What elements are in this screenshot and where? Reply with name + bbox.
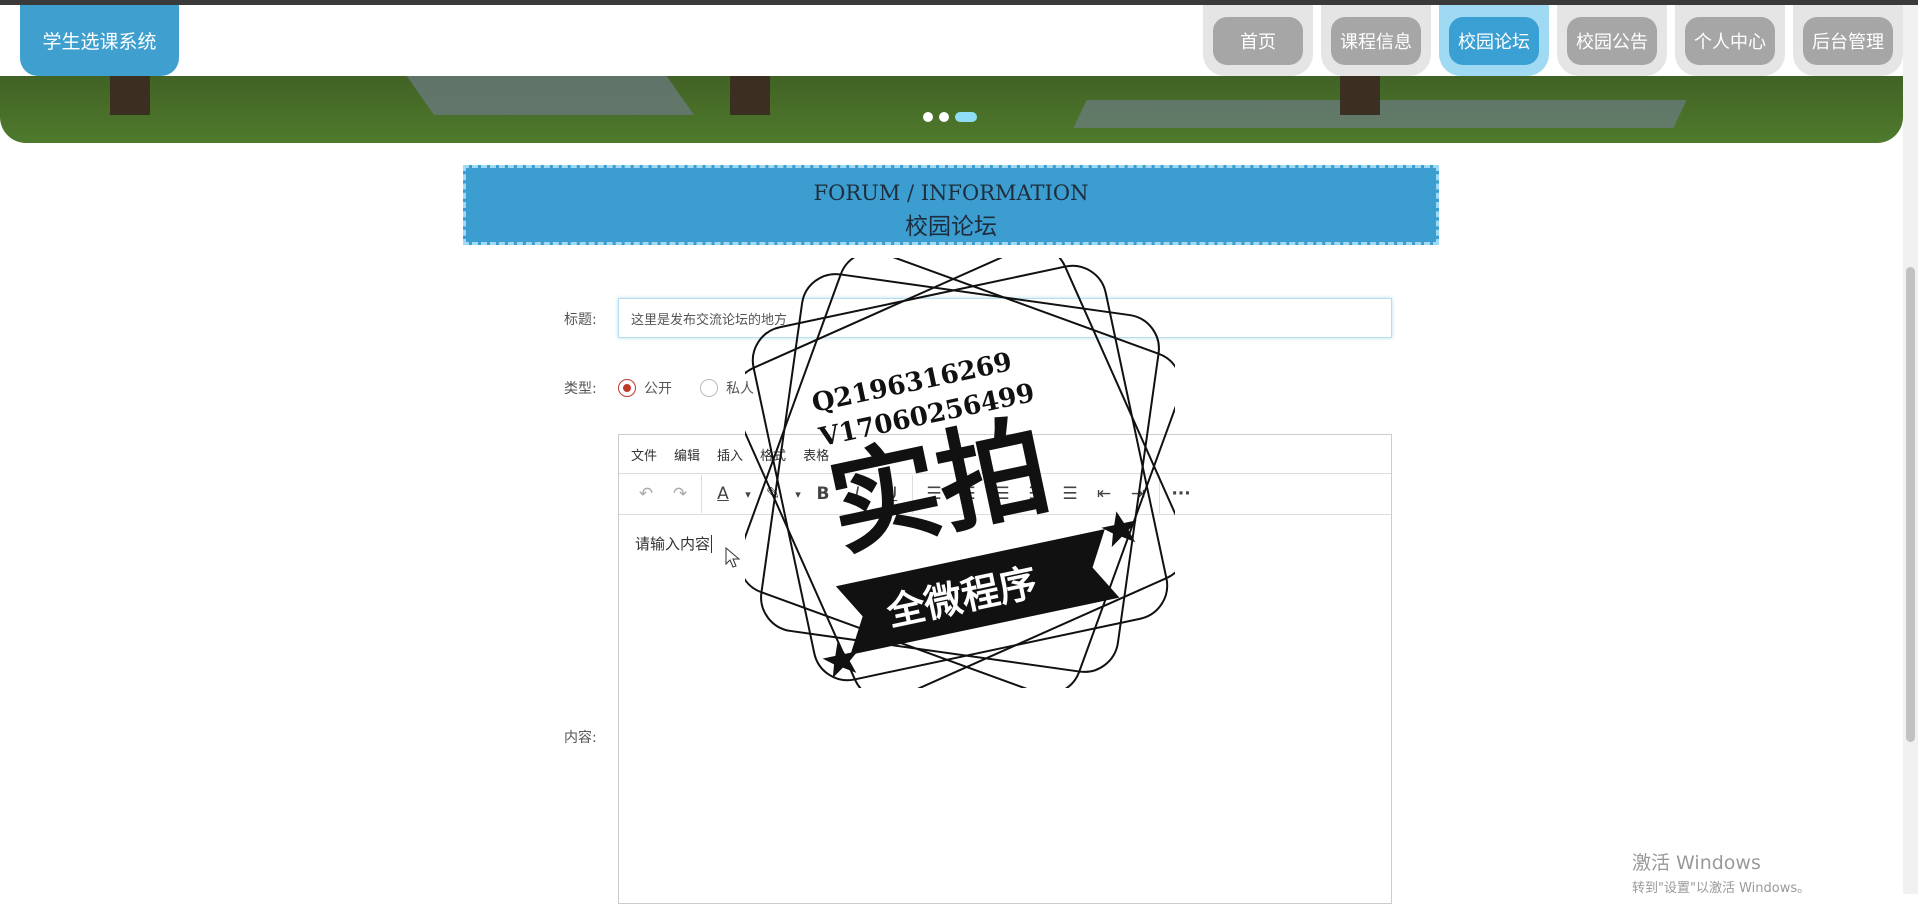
radio-public-circle[interactable] bbox=[618, 379, 636, 397]
menu-insert[interactable]: 插入 bbox=[717, 445, 743, 464]
windows-activation-watermark: 激活 Windows 转到"设置"以激活 Windows。 bbox=[1632, 848, 1810, 896]
stamp-content: Q2196316269 V17060256499 实拍 全微程序 bbox=[809, 347, 1137, 678]
nav-tab-label: 课程信息 bbox=[1331, 16, 1421, 65]
type-label: 类型: bbox=[564, 381, 597, 397]
carousel-dot-1[interactable] bbox=[923, 112, 933, 122]
win-watermark-sub: 转到"设置"以激活 Windows。 bbox=[1632, 881, 1811, 896]
carousel-dots bbox=[923, 112, 977, 122]
nav-tab-label: 校园公告 bbox=[1567, 16, 1657, 65]
scrollbar-thumb[interactable] bbox=[1906, 267, 1915, 742]
nav-tab-admin[interactable]: 后台管理 bbox=[1793, 5, 1903, 76]
content-label: 内容: bbox=[564, 730, 597, 746]
brand-logo[interactable]: 学生选课系统 bbox=[20, 5, 179, 76]
nav-tab-courses[interactable]: 课程信息 bbox=[1321, 5, 1431, 76]
section-title-zh: 校园论坛 bbox=[905, 214, 997, 240]
nav-tab-profile[interactable]: 个人中心 bbox=[1675, 5, 1785, 76]
nav-tab-label: 个人中心 bbox=[1685, 16, 1775, 65]
nav-tab-label: 校园论坛 bbox=[1449, 16, 1539, 65]
title-label: 标题: bbox=[564, 312, 597, 328]
section-title-box: FORUM / INFORMATION 校园论坛 bbox=[463, 165, 1439, 245]
undo-icon[interactable]: ↶ bbox=[629, 477, 663, 511]
nav-tab-notice[interactable]: 校园公告 bbox=[1557, 5, 1667, 76]
nav-tab-forum[interactable]: 校园论坛 bbox=[1439, 5, 1549, 76]
radio-public[interactable]: 公开 bbox=[618, 378, 672, 398]
nav-tab-label: 后台管理 bbox=[1803, 16, 1893, 65]
carousel-dot-2[interactable] bbox=[939, 112, 949, 122]
banner-path-right bbox=[1073, 100, 1687, 128]
section-title-en: FORUM / INFORMATION bbox=[813, 181, 1089, 205]
menu-file[interactable]: 文件 bbox=[631, 445, 657, 464]
watermark-stamp: Q2196316269 V17060256499 实拍 全微程序 bbox=[745, 258, 1175, 688]
main-nav: 首页 课程信息 校园论坛 校园公告 个人中心 后台管理 bbox=[1203, 5, 1903, 76]
editor-placeholder: 请输入内容 bbox=[635, 535, 711, 553]
text-color-icon[interactable]: A bbox=[706, 477, 740, 511]
radio-public-label: 公开 bbox=[644, 381, 672, 397]
radio-private-circle[interactable] bbox=[700, 379, 718, 397]
page-scrollbar[interactable] bbox=[1903, 5, 1918, 894]
banner-path-left bbox=[405, 75, 695, 115]
redo-icon[interactable]: ↷ bbox=[663, 477, 697, 511]
toolbar-divider bbox=[701, 475, 702, 513]
nav-tab-home[interactable]: 首页 bbox=[1203, 5, 1313, 76]
text-caret bbox=[711, 535, 713, 553]
nav-tab-label: 首页 bbox=[1213, 16, 1303, 65]
carousel-dot-3[interactable] bbox=[955, 112, 977, 122]
mouse-cursor-icon bbox=[725, 547, 741, 568]
menu-edit[interactable]: 编辑 bbox=[674, 445, 700, 464]
win-watermark-title: 激活 Windows bbox=[1632, 852, 1761, 874]
